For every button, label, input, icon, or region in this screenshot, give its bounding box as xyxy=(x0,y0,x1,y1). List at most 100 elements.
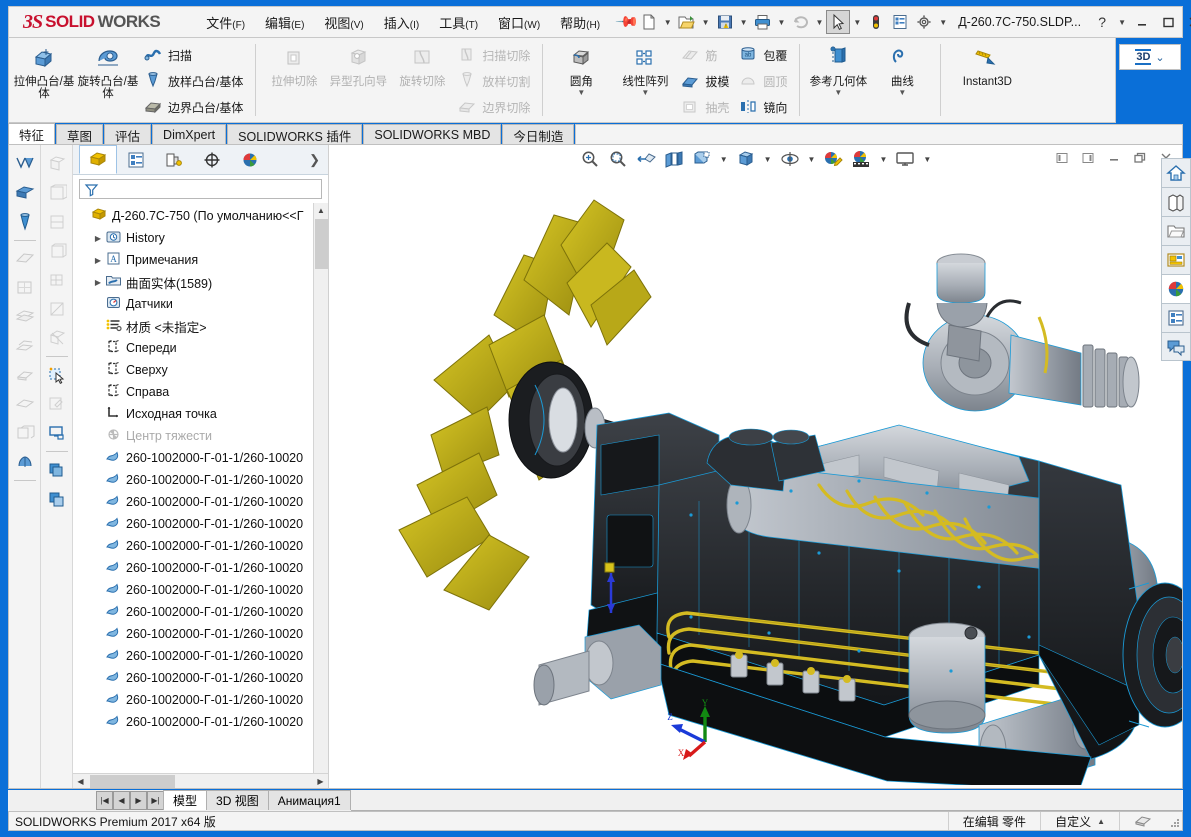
display-style-dropdown[interactable]: ▼ xyxy=(761,155,775,164)
status-custom-arrow[interactable]: ▲ xyxy=(1091,817,1105,826)
wrap-button[interactable]: ab 包覆 xyxy=(736,43,792,68)
minimize-icon[interactable] xyxy=(1129,9,1155,35)
property-manager-tab[interactable] xyxy=(117,145,155,174)
menu-file[interactable]: 文件(F) xyxy=(196,9,255,36)
untrim-surface-icon[interactable] xyxy=(12,449,38,475)
graphics-viewport[interactable]: ▼ ▼ ▼ ▼ ▼ Y Z X xyxy=(329,145,1182,788)
view-palette-icon[interactable] xyxy=(1161,245,1191,274)
feature-tree-body[interactable]: Д-260.7С-750 (По умолчанию<<Г ▶ History … xyxy=(73,203,328,773)
annotations-expand-arrow[interactable]: ▶ xyxy=(91,256,105,265)
hide-show-items-icon[interactable] xyxy=(777,147,803,171)
tree-root-node[interactable]: Д-260.7С-750 (По умолчанию<<Г xyxy=(73,205,328,227)
last-tab-icon[interactable]: ▶| xyxy=(147,791,164,810)
solidworks-resources-icon[interactable] xyxy=(1161,158,1191,187)
fill-surface-icon[interactable] xyxy=(12,362,38,388)
tree-item-origin[interactable]: Исходная точка xyxy=(73,403,328,425)
tree-item-surface-body[interactable]: 260-1002000-Г-01-1/260-10020 xyxy=(73,491,328,513)
reference-geometry-dropdown[interactable]: ▼ xyxy=(807,88,869,97)
loft-boss-button[interactable]: 放样凸台/基体 xyxy=(141,69,248,94)
save-icon[interactable]: ! xyxy=(713,9,737,35)
hole-wizard-button[interactable]: 异型孔向导 xyxy=(327,41,389,88)
design-library-icon[interactable] xyxy=(1161,187,1191,216)
status-overlay-icon[interactable] xyxy=(1119,812,1166,830)
ruled-surface-icon[interactable] xyxy=(12,333,38,359)
options-list-icon[interactable] xyxy=(888,9,912,35)
tab-sw-addins[interactable]: SOLIDWORKS 插件 xyxy=(227,124,363,145)
3d-mode-badge[interactable]: 3D ⌄ xyxy=(1119,44,1181,70)
extrude-cut-button[interactable]: 拉伸切除 xyxy=(263,41,325,88)
fillet-dropdown[interactable]: ▼ xyxy=(550,88,612,97)
tree-item-front-plane[interactable]: Спереди xyxy=(73,337,328,359)
open-document-dropdown[interactable]: ▼ xyxy=(699,18,713,27)
loft-cut-button[interactable]: 放样切割 xyxy=(455,69,535,94)
tree-item-surface-body[interactable]: 260-1002000-Г-01-1/260-10020 xyxy=(73,601,328,623)
doc-minimize-icon[interactable] xyxy=(1102,147,1126,169)
sweep-cut-button[interactable]: 扫描切除 xyxy=(455,43,535,68)
surface-loft-icon[interactable] xyxy=(12,209,38,235)
tree-item-history[interactable]: ▶ History xyxy=(73,227,328,249)
revolve-cut-button[interactable]: 旋转切除 xyxy=(391,41,453,88)
delete-body-icon[interactable] xyxy=(44,325,70,351)
combine-icon[interactable] xyxy=(44,267,70,293)
view-orientation-dropdown[interactable]: ▼ xyxy=(717,155,731,164)
scroll-left-icon[interactable]: ◀ xyxy=(73,777,88,786)
scroll-thumb[interactable] xyxy=(315,219,328,269)
tab-sketch[interactable]: 草图 xyxy=(56,124,104,145)
boundary-boss-button[interactable]: 边界凸台/基体 xyxy=(141,95,248,120)
help-button[interactable]: ? xyxy=(1089,9,1115,35)
tree-item-surface-body[interactable]: 260-1002000-Г-01-1/260-10020 xyxy=(73,667,328,689)
midsurface-icon[interactable] xyxy=(12,391,38,417)
tree-item-top-plane[interactable]: Сверху xyxy=(73,359,328,381)
bottom-tab-3d-views[interactable]: 3D 视图 xyxy=(206,790,269,810)
reference-geometry-button[interactable]: 参考几何体 xyxy=(807,41,869,88)
tile-windows-icon[interactable] xyxy=(44,457,70,483)
settings-gear-icon[interactable] xyxy=(912,9,936,35)
select-dropdown[interactable]: ▼ xyxy=(850,18,864,27)
tree-item-material[interactable]: 材质 <未指定> xyxy=(73,315,328,337)
feature-tree-horizontal-scrollbar[interactable]: ◀ ▶ xyxy=(73,773,328,788)
intersect-icon[interactable] xyxy=(44,296,70,322)
tree-item-surface-body[interactable]: 260-1002000-Г-01-1/260-10020 xyxy=(73,623,328,645)
restore-right-icon[interactable] xyxy=(1076,147,1100,169)
bottom-tab-animation[interactable]: Анимация1 xyxy=(267,790,351,810)
tree-item-surface-body[interactable]: 260-1002000-Г-01-1/260-10020 xyxy=(73,513,328,535)
linear-pattern-dropdown[interactable]: ▼ xyxy=(614,88,676,97)
tree-item-sensors[interactable]: Датчики xyxy=(73,293,328,315)
curves-button[interactable]: 曲线 xyxy=(871,41,933,88)
chevron-right-icon[interactable]: ❯ xyxy=(309,145,328,174)
print-icon[interactable] xyxy=(751,9,775,35)
tab-evaluate[interactable]: 评估 xyxy=(104,124,152,145)
view-settings-icon[interactable] xyxy=(892,147,918,171)
cascade-windows-icon[interactable] xyxy=(44,486,70,512)
offset-surface-icon[interactable] xyxy=(12,304,38,330)
engine-3d-model[interactable] xyxy=(339,185,1182,785)
custom-properties-icon[interactable] xyxy=(1161,303,1191,332)
mold-tools-icon[interactable] xyxy=(44,151,70,177)
tree-item-surface-body[interactable]: 260-1002000-Г-01-1/260-10020 xyxy=(73,711,328,733)
view-orientation-icon[interactable] xyxy=(689,147,715,171)
display-style-icon[interactable] xyxy=(733,147,759,171)
hscroll-thumb[interactable] xyxy=(90,774,175,788)
print-dropdown[interactable]: ▼ xyxy=(775,18,789,27)
scroll-right-icon[interactable]: ▶ xyxy=(313,777,328,786)
edit-feature-icon[interactable] xyxy=(44,391,70,417)
undo-icon[interactable] xyxy=(788,9,812,35)
edit-appearance-icon[interactable] xyxy=(820,147,846,171)
draft-button[interactable]: 拔模 xyxy=(678,69,734,94)
first-tab-icon[interactable]: |◀ xyxy=(96,791,113,810)
appearances-scenes-icon[interactable] xyxy=(1161,274,1191,303)
rib-button[interactable]: 筋 xyxy=(678,43,734,68)
view-settings-dropdown[interactable]: ▼ xyxy=(920,155,934,164)
feature-tree-filter[interactable] xyxy=(79,179,322,199)
close-icon[interactable] xyxy=(1181,9,1191,35)
surface-bodies-expand-arrow[interactable]: ▶ xyxy=(91,278,105,287)
zoom-to-fit-icon[interactable] xyxy=(577,147,603,171)
status-custom-button[interactable]: 自定义 ▲ xyxy=(1040,812,1119,830)
menu-edit[interactable]: 编辑(E) xyxy=(255,9,314,36)
feature-manager-tab[interactable] xyxy=(79,145,117,174)
tree-item-right-plane[interactable]: Справа xyxy=(73,381,328,403)
scroll-up-icon[interactable]: ▲ xyxy=(314,203,328,218)
hscroll-track[interactable] xyxy=(88,774,313,788)
save-dropdown[interactable]: ▼ xyxy=(737,18,751,27)
tree-item-surface-body[interactable]: 260-1002000-Г-01-1/260-10020 xyxy=(73,447,328,469)
